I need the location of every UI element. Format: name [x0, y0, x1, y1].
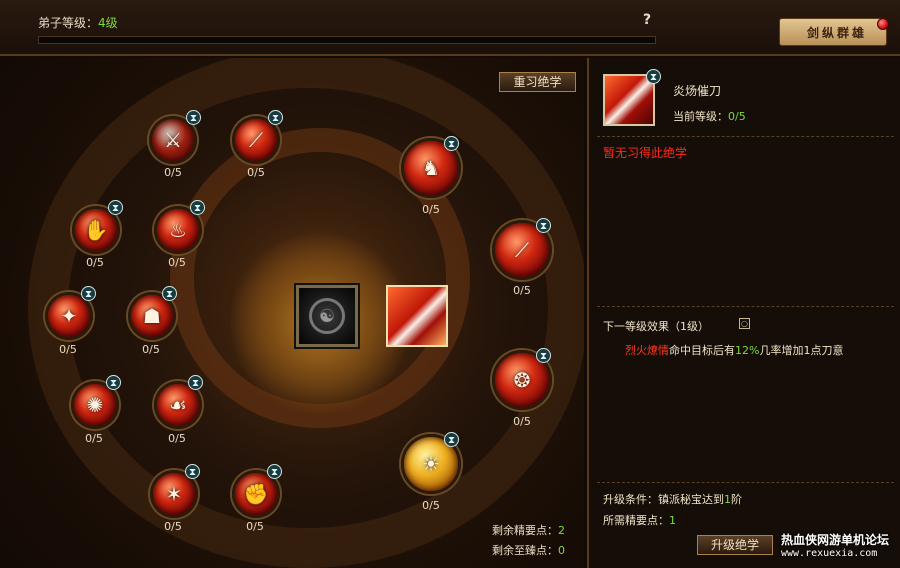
remaining-points-label: 剩余精要点：: [492, 524, 558, 537]
effect-text-tail: 几率增加1点刀意: [759, 344, 844, 357]
required-points-value: 1: [669, 514, 676, 527]
remaining-points: 剩余精要点：2: [492, 522, 565, 538]
warrior-stance-icon: ☗: [143, 304, 161, 328]
upgrade-skill-button[interactable]: 升级绝学: [697, 535, 773, 555]
skill-count: 0/5: [422, 203, 440, 216]
spiral-emblem-icon: ☯: [309, 298, 345, 334]
hourglass-icon: ⧗: [536, 348, 551, 363]
fire-palm-icon: ✋: [83, 218, 109, 242]
kneeling-warrior-icon: ☙: [169, 393, 187, 417]
sect-emblem-slot[interactable]: ☯: [296, 285, 358, 347]
crossed-blades-icon: ⚔: [164, 128, 182, 152]
game-window: 弟子等级：4级 ? 剑纵群雄 重习绝学 ⚔ ⧗ 0/5 ⟋ ⧗ 0/5 ✋ ⧗ …: [0, 0, 900, 568]
next-level-description: 烈火燎情命中目标后有12%几率增加1点刀意: [625, 342, 843, 358]
divider: [597, 482, 894, 483]
hourglass-icon: ⧗: [108, 200, 123, 215]
remaining-extreme-label: 剩余至臻点：: [492, 544, 558, 557]
skill-count: 0/5: [168, 256, 186, 269]
not-learned-notice: 暂无习得此绝学: [603, 146, 688, 160]
skill-count: 0/5: [513, 284, 531, 297]
dark-bird-icon: ✦: [60, 304, 78, 328]
divider: [597, 136, 894, 137]
skill-count: 0/5: [164, 520, 182, 533]
top-bar: 弟子等级：4级 ? 剑纵群雄: [0, 0, 900, 56]
effect-text: 命中目标后有: [669, 344, 735, 357]
effect-percent: 12%: [735, 344, 760, 357]
disciple-level: 弟子等级：4级: [38, 14, 118, 31]
hourglass-icon: ⧗: [185, 464, 200, 479]
notification-dot-icon[interactable]: [877, 18, 889, 30]
hourglass-icon: ⧗: [536, 218, 551, 233]
hourglass-icon: ⧗: [190, 200, 205, 215]
required-points-label: 所需精要点：: [603, 514, 669, 527]
condition-label: 升级条件：镇派秘宝达到: [603, 493, 724, 506]
skill-count: 0/5: [422, 499, 440, 512]
hourglass-icon: ⧗: [268, 110, 283, 125]
experience-bar: [38, 36, 656, 44]
hourglass-icon: ⧗: [162, 286, 177, 301]
upgrade-condition: 升级条件：镇派秘宝达到1阶: [603, 491, 742, 507]
burst-icon: ✶: [165, 482, 183, 506]
flame-icon: ♨: [169, 218, 187, 242]
game-logo: 剑纵群雄: [773, 12, 893, 46]
fist-icon: ✊: [243, 482, 269, 506]
skill-count: 0/5: [247, 166, 265, 179]
remaining-points-value: 2: [558, 524, 565, 537]
watermark-url: www.rexuexia.com: [781, 548, 878, 559]
skill-count: 0/5: [246, 520, 264, 533]
hourglass-icon: ⧗: [106, 375, 121, 390]
hourglass-icon: ⧗: [444, 432, 459, 447]
current-level: 当前等级：0/5: [673, 108, 746, 124]
hourglass-icon: ⧗: [267, 464, 282, 479]
skill-name: 炎炀催刀: [673, 84, 722, 98]
next-level-title: 下一等级效果（1级）: [603, 320, 709, 333]
hourglass-icon: ⧗: [646, 69, 661, 84]
level-label: 弟子等级：: [38, 16, 99, 30]
hourglass-icon: ⧗: [186, 110, 201, 125]
current-level-value: 0/5: [728, 110, 746, 123]
skill-count: 0/5: [86, 256, 104, 269]
hourglass-icon: ⧗: [81, 286, 96, 301]
reset-skills-button[interactable]: 重习绝学: [499, 72, 576, 92]
effect-name: 烈火燎情: [625, 344, 669, 357]
required-points: 所需精要点：1: [603, 512, 676, 528]
skill-count: 0/5: [513, 415, 531, 428]
watermark-text: 热血侠网游单机论坛: [781, 533, 890, 547]
condition-tail: 阶: [731, 493, 742, 506]
skill-info-panel: ⧗ 炎炀催刀 当前等级：0/5 暂无习得此绝学 下一等级效果（1级） ○ 烈火燎…: [587, 58, 900, 568]
skill-count: 0/5: [59, 343, 77, 356]
skill-count: 0/5: [168, 432, 186, 445]
spiral-fire-icon: ✺: [86, 393, 104, 417]
skill-tree-panel: 重习绝学 ⚔ ⧗ 0/5 ⟋ ⧗ 0/5 ✋ ⧗ 0/5 ♨ ⧗ 0/5 ✦ ⧗…: [0, 58, 584, 568]
skill-count: 0/5: [85, 432, 103, 445]
divider: [597, 306, 894, 307]
hourglass-icon: ⧗: [188, 375, 203, 390]
logo-text: 剑纵群雄: [807, 26, 868, 40]
help-icon[interactable]: ?: [643, 12, 651, 28]
current-level-label: 当前等级：: [673, 110, 728, 123]
hourglass-icon: ⧗: [444, 136, 459, 151]
remaining-extreme-value: 0: [558, 544, 565, 557]
selected-skill-icon: [603, 74, 655, 126]
skill-count: 0/5: [164, 166, 182, 179]
condition-value: 1: [724, 493, 731, 506]
info-icon[interactable]: ○: [739, 318, 750, 329]
red-slash-icon: ⟋: [249, 128, 263, 152]
selected-skill-slot[interactable]: [386, 285, 448, 347]
remaining-extreme-points: 剩余至臻点：0: [492, 542, 565, 558]
skill-count: 0/5: [142, 343, 160, 356]
level-value: 4级: [98, 16, 118, 30]
